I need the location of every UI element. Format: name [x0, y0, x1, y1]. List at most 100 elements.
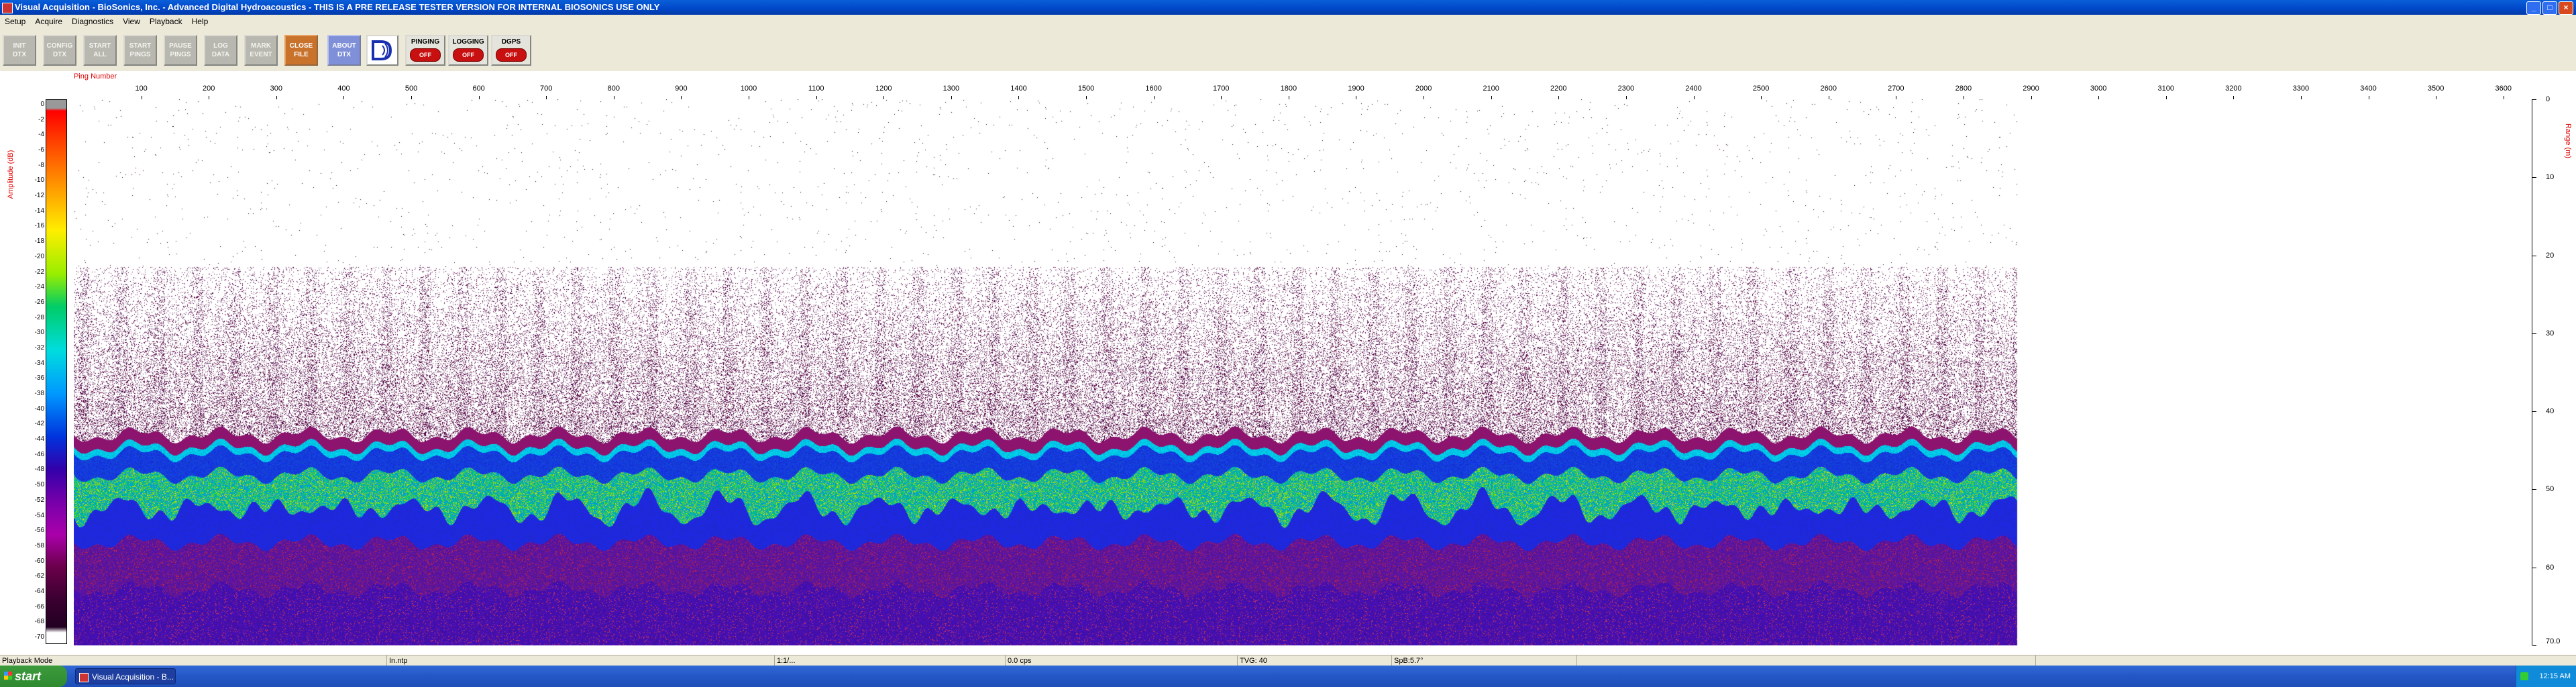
network-icon[interactable] — [2520, 672, 2528, 680]
amplitude-tick-label: -36 — [34, 374, 44, 382]
amplitude-tick-label: -24 — [34, 283, 44, 291]
status-tvg: TVG: 40 — [1237, 655, 1267, 666]
log-data-button[interactable]: LOG DATA — [204, 35, 237, 66]
ping-tick-label: 300 — [270, 85, 282, 93]
mark-event-button[interactable]: MARK EVENT — [244, 35, 278, 66]
close-button[interactable]: × — [2559, 1, 2573, 15]
pinging-label: PINGING — [411, 38, 440, 46]
amplitude-tick-label: -10 — [34, 176, 44, 184]
button-line1: ABOUT — [332, 42, 356, 50]
logging-indicator[interactable]: LOGGING OFF — [448, 35, 488, 66]
menu-playback[interactable]: Playback — [145, 15, 187, 28]
amplitude-tick-label: -58 — [34, 541, 44, 549]
title-bar: Visual Acquisition - BioSonics, Inc. - A… — [0, 0, 2576, 15]
button-line1: INIT — [13, 42, 26, 50]
amplitude-tick-label: -44 — [34, 435, 44, 443]
close-file-button[interactable]: CLOSE FILE — [284, 35, 318, 66]
ping-tick-label: 700 — [540, 85, 553, 93]
button-line1: CLOSE — [289, 42, 313, 50]
amplitude-tick-label: -12 — [34, 192, 44, 200]
ping-axis-label: Ping Number — [74, 72, 117, 81]
amplitude-tick-label: -46 — [34, 450, 44, 458]
ping-tick-label: 3000 — [2090, 85, 2107, 93]
menu-setup[interactable]: Setup — [0, 15, 30, 28]
button-line2: EVENT — [250, 51, 272, 58]
ping-tick-label: 1700 — [1213, 85, 1230, 93]
ping-tick-label: 3500 — [2427, 85, 2445, 93]
amplitude-tick-label: -42 — [34, 420, 44, 428]
amplitude-tick-label: -32 — [34, 344, 44, 352]
button-line2: PINGS — [129, 51, 151, 58]
maximize-button[interactable]: □ — [2542, 1, 2557, 15]
taskbar-app-label: Visual Acquisition - B... — [92, 672, 174, 682]
ping-tick-label: 2600 — [1820, 85, 1837, 93]
amplitude-tick-label: -38 — [34, 390, 44, 398]
button-line1: PAUSE — [169, 42, 192, 50]
start-all-button[interactable]: START ALL — [83, 35, 117, 66]
config-dtx-button[interactable]: CONFIG DTX — [43, 35, 76, 66]
amplitude-tick-label: -60 — [34, 557, 44, 565]
button-line2: ALL — [93, 51, 107, 58]
pause-pings-button[interactable]: PAUSE PINGS — [164, 35, 197, 66]
taskbar: start Visual Acquisition - B... 12:15 AM — [0, 666, 2576, 687]
start-pings-button[interactable]: START PINGS — [123, 35, 157, 66]
dgps-indicator[interactable]: DGPS OFF — [491, 35, 531, 66]
logging-label: LOGGING — [452, 38, 484, 46]
start-button[interactable]: start — [0, 666, 67, 687]
menu-acquire[interactable]: Acquire — [30, 15, 67, 28]
amplitude-axis-title: Amplitude (dB) — [1, 107, 20, 242]
menu-diagnostics[interactable]: Diagnostics — [67, 15, 118, 28]
system-tray: 12:15 AM — [2516, 666, 2576, 687]
pinging-indicator[interactable]: PINGING OFF — [405, 35, 445, 66]
menu-help[interactable]: Help — [187, 15, 213, 28]
ping-tick-label: 1500 — [1077, 85, 1095, 93]
ping-tick-label: 600 — [472, 85, 485, 93]
ping-ruler: 100 200 300 400 500 600 700 800 900 1000 1100 1200 1… — [74, 85, 2530, 100]
dgps-state: OFF — [496, 48, 527, 62]
biosonics-logo-icon — [372, 40, 392, 60]
windows-flag-icon — [4, 672, 12, 680]
button-line2: DTX — [13, 51, 26, 58]
menu-bar: Setup Acquire Diagnostics View Playback … — [0, 15, 2576, 28]
ping-tick-label: 1600 — [1145, 85, 1162, 93]
ping-tick-label: 1900 — [1348, 85, 1364, 93]
biosonics-logo-button[interactable] — [366, 35, 398, 66]
about-dtx-button[interactable]: ABOUT DTX — [327, 35, 361, 66]
amplitude-tick-label: -34 — [34, 359, 44, 367]
ping-tick-label: 3100 — [2157, 85, 2174, 93]
range-tick-label: 70.0 — [2546, 637, 2561, 645]
range-axis-title: Range (m) — [2561, 101, 2575, 181]
app-icon — [2, 3, 13, 13]
clock: 12:15 AM — [2539, 672, 2571, 680]
taskbar-app-button[interactable]: Visual Acquisition - B... — [75, 668, 176, 684]
amplitude-tick-label: -30 — [34, 329, 44, 337]
window-controls: _ □ × — [2526, 1, 2573, 15]
ping-tick-label: 1400 — [1010, 85, 1027, 93]
minimize-button[interactable]: _ — [2526, 1, 2541, 15]
menu-view[interactable]: View — [118, 15, 145, 28]
amplitude-tick-label: -40 — [34, 405, 44, 413]
amplitude-tick-label: -62 — [34, 572, 44, 580]
dgps-label: DGPS — [501, 38, 521, 46]
button-line1: START — [129, 42, 152, 50]
echogram-canvas[interactable] — [74, 99, 2530, 645]
amplitude-tick-label: -56 — [34, 527, 44, 535]
button-line1: MARK — [251, 42, 271, 50]
start-label: start — [15, 670, 42, 683]
button-line2: DATA — [211, 51, 230, 58]
range-tick-mark — [2532, 333, 2536, 334]
status-extra-1 — [1576, 655, 1579, 666]
range-tick-label: 60 — [2546, 563, 2555, 572]
button-line1: CONFIG — [46, 42, 73, 50]
ping-tick-label: 400 — [337, 85, 350, 93]
status-spb: SpB:5.7° — [1391, 655, 1424, 666]
window-title: Visual Acquisition - BioSonics, Inc. - A… — [15, 2, 660, 12]
button-line1: START — [89, 42, 111, 50]
range-tick-mark — [2532, 411, 2536, 413]
status-file: In.ntp — [386, 655, 408, 666]
button-line2: FILE — [294, 51, 309, 58]
ping-tick-label: 1100 — [808, 85, 824, 93]
button-line2: DTX — [337, 51, 351, 58]
init-dtx-button[interactable]: INIT DTX — [3, 35, 36, 66]
toolbar: INIT DTX CONFIG DTX START ALL START PINGS PA… — [0, 28, 2576, 71]
